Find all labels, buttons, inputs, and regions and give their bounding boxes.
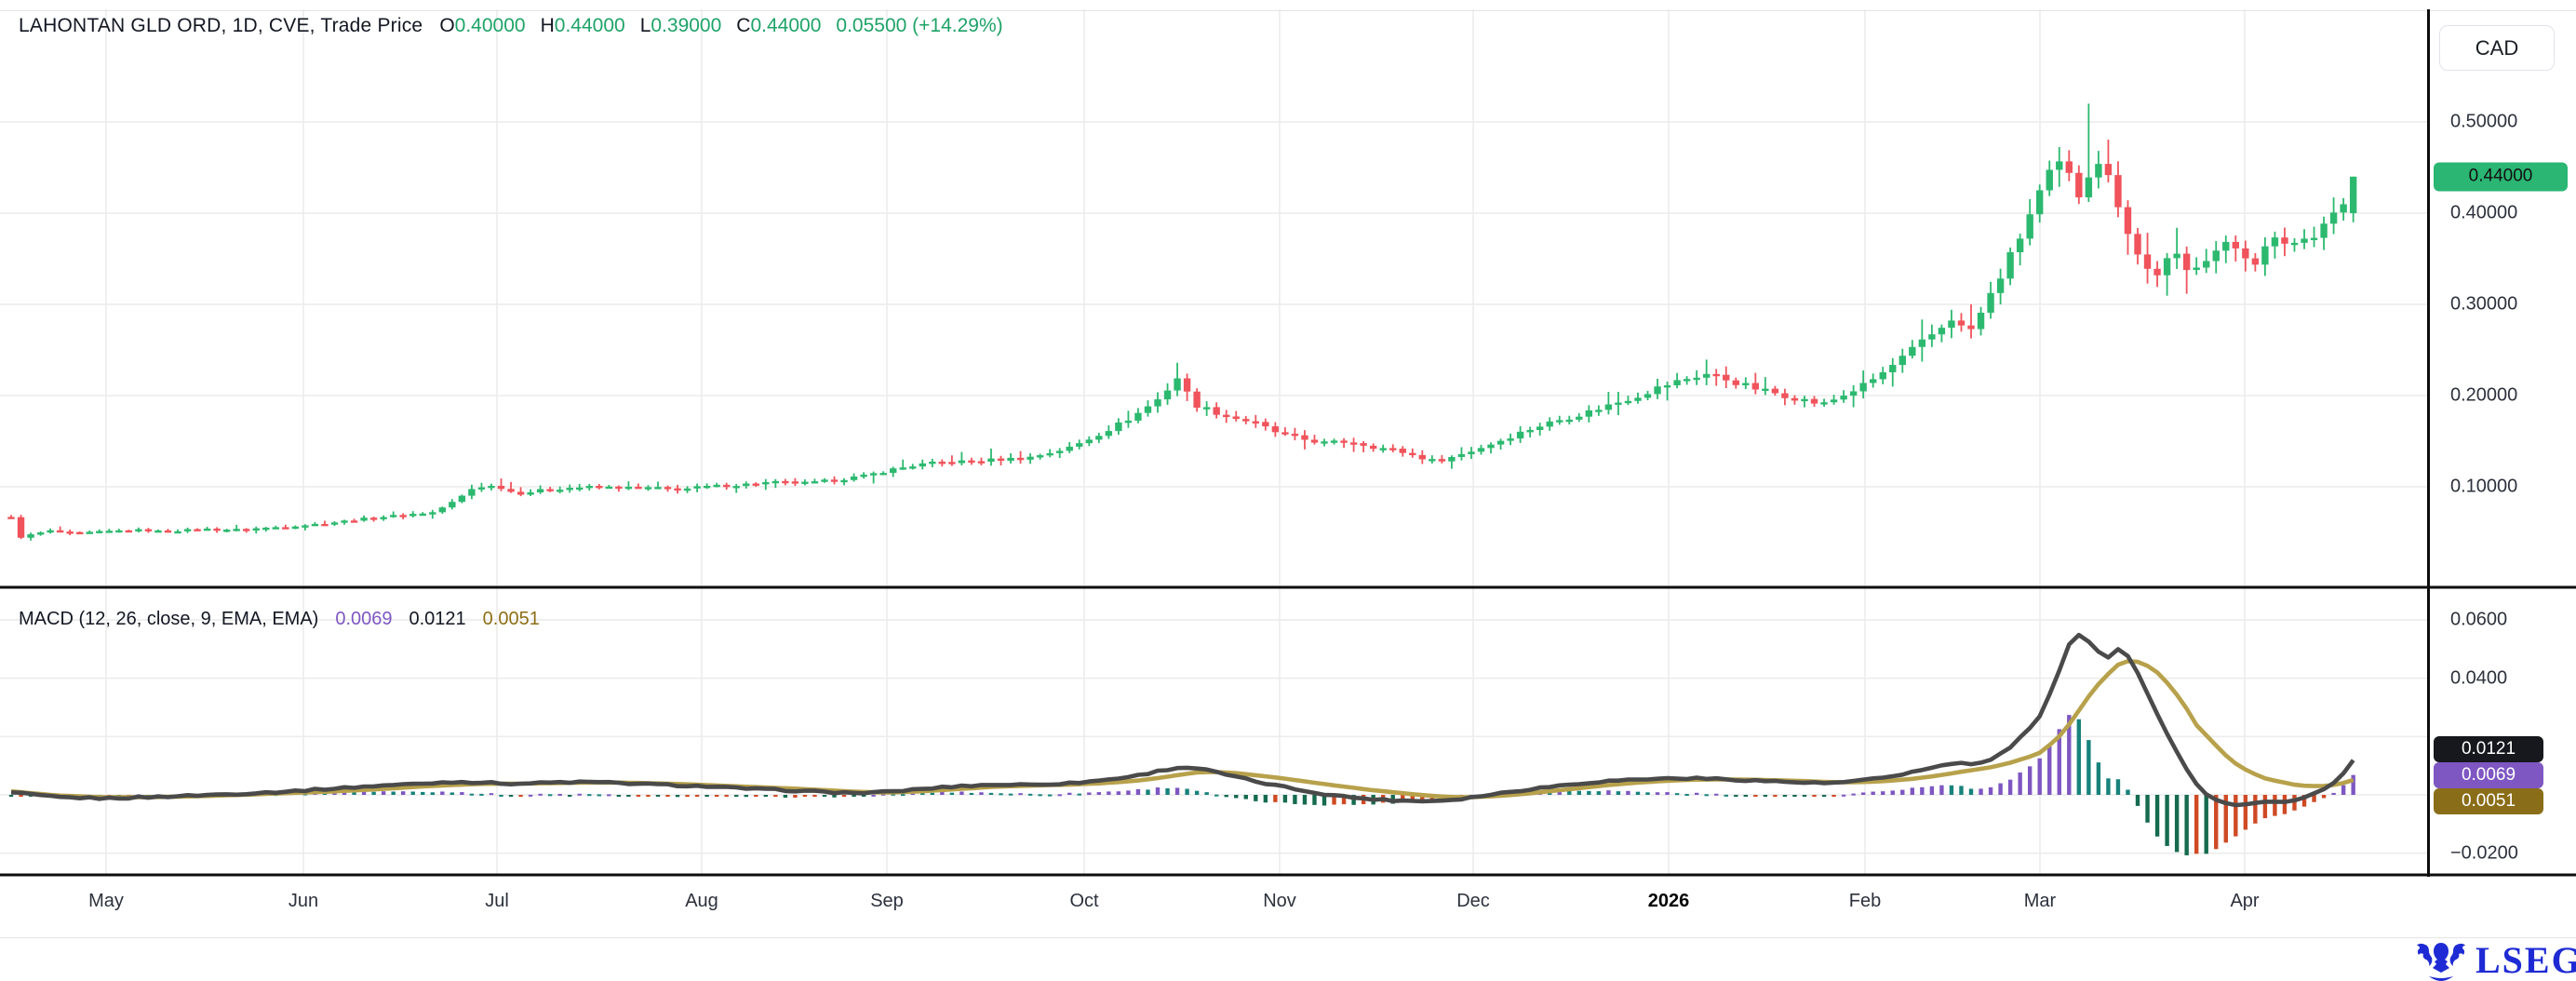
macd-value-badge: 0.0121 [2434, 736, 2543, 762]
top-border [0, 10, 2576, 11]
price-tick-label: 0.30000 [2450, 294, 2517, 316]
macd-line-value: 0.0121 [409, 609, 466, 630]
macd-tick-label: 0.0600 [2450, 610, 2507, 631]
lseg-logo: LSEG [2416, 938, 2576, 981]
macd-signal-line [11, 661, 2354, 797]
macd-legend: MACD (12, 26, close, 9, EMA, EMA) 0.0069… [19, 609, 540, 630]
month-label-nov: Nov [1263, 891, 1296, 912]
month-label-jun: Jun [288, 891, 318, 912]
month-label-apr: Apr [2230, 891, 2259, 912]
month-label-jul: Jul [485, 891, 509, 912]
macd-value-badge: 0.0069 [2434, 762, 2543, 788]
price-tick-label: 0.20000 [2450, 385, 2517, 407]
chart-window: LAHONTAN GLD ORD, 1D, CVE, Trade Price O… [0, 0, 2576, 981]
change-value: 0.05500 (+14.29%) [836, 15, 1002, 37]
price-axis[interactable]: CAD 0.50000 0.40000 0.30000 0.20000 0.10000 0… [2427, 9, 2576, 877]
price-tick-label: 0.10000 [2450, 477, 2517, 498]
month-label-mar: Mar [2024, 891, 2056, 912]
time-axis[interactable]: May Jun Jul Aug Sep Oct Nov Dec 2026 Feb Mar Apr [0, 880, 2427, 935]
month-label-aug: Aug [685, 891, 718, 912]
price-tick-label: 0.40000 [2450, 203, 2517, 224]
macd-signal-value: 0.0051 [483, 609, 540, 630]
month-label-2026: 2026 [1648, 891, 1690, 912]
ohlc-l: L0.39000 [640, 15, 722, 37]
instrument-legend: LAHONTAN GLD ORD, 1D, CVE, Trade Price O… [19, 15, 1003, 37]
price-tick-label: 0.50000 [2450, 112, 2517, 133]
ohlc-c: C0.44000 [736, 15, 821, 37]
month-label-feb: Feb [1849, 891, 1881, 912]
last-price-badge: 0.44000 [2434, 162, 2568, 191]
month-label-may: May [88, 891, 124, 912]
macd-line [11, 635, 2354, 805]
macd-value-badge: 0.0051 [2434, 788, 2543, 814]
lseg-wordmark: LSEG [2475, 938, 2576, 981]
ohlc-h: H0.44000 [541, 15, 625, 37]
month-label-dec: Dec [1456, 891, 1490, 912]
instrument-title: LAHONTAN GLD ORD, 1D, CVE, Trade Price [19, 15, 423, 37]
ohlc-values: O0.40000 H0.44000 L0.39000 C0.44000 [439, 15, 821, 37]
macd-tick-label: 0.0400 [2450, 667, 2507, 689]
bottom-border [0, 937, 2576, 938]
plot-bottom-frame [0, 874, 2576, 877]
ohlc-o: O0.40000 [439, 15, 525, 37]
candlestick-series [7, 103, 2356, 540]
price-macd-plot[interactable] [0, 0, 2576, 981]
month-label-oct: Oct [1069, 891, 1098, 912]
currency-button[interactable]: CAD [2439, 25, 2555, 71]
macd-histogram-value: 0.0069 [335, 609, 392, 630]
month-label-sep: Sep [870, 891, 904, 912]
macd-tick-label: −0.0200 [2450, 842, 2518, 864]
panel-divider [0, 586, 2576, 589]
lseg-crest-icon [2416, 939, 2466, 981]
macd-label: MACD (12, 26, close, 9, EMA, EMA) [19, 609, 318, 630]
